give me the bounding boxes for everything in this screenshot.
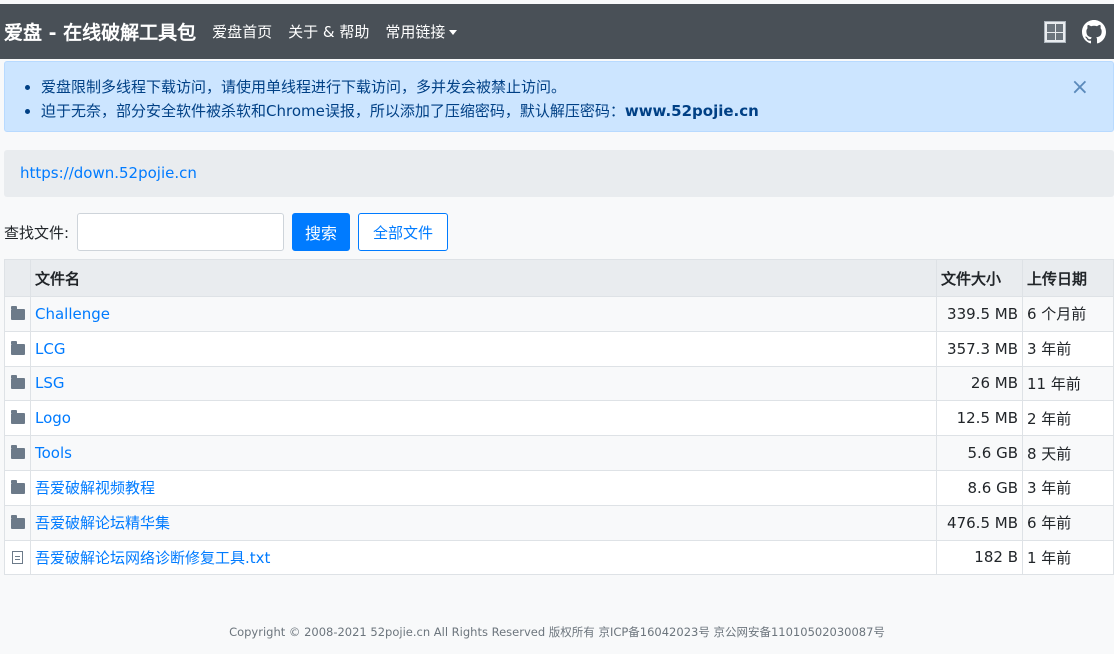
alert-password: www.52pojie.cn <box>624 102 759 120</box>
file-name-cell: Challenge <box>30 296 937 332</box>
navbar: 爱盘 - 在线破解工具包 爱盘首页 关于 & 帮助 常用链接 <box>0 4 1114 59</box>
alert-line-2: 迫于无奈，部分安全软件被杀软和Chrome误报，所以添加了压缩密码，默认解压密码… <box>41 99 759 123</box>
folder-icon <box>10 514 25 529</box>
folder-icon <box>10 375 25 390</box>
caret-down-icon <box>449 30 458 35</box>
nav-link-home[interactable]: 爱盘首页 <box>212 21 272 42</box>
search-label: 查找文件: <box>4 223 70 242</box>
file-size: 357.3 MB <box>936 330 1023 367</box>
file-name-link[interactable]: 吾爱破解论坛精华集 <box>35 514 170 532</box>
row-icon-cell <box>4 435 31 471</box>
row-icon-cell <box>4 469 31 506</box>
alert-line-2-text: 迫于无奈，部分安全软件被杀软和Chrome误报，所以添加了压缩密码，默认解压密码… <box>41 102 625 120</box>
header-upload-date[interactable]: 上传日期 <box>1022 259 1114 297</box>
file-name-cell: 吾爱破解视频教程 <box>30 469 937 506</box>
file-size: 5.6 GB <box>936 435 1023 471</box>
table-row[interactable]: Tools 5.6 GB 8 天前 <box>4 435 1114 471</box>
folder-icon <box>10 445 25 460</box>
header-file-name[interactable]: 文件名 <box>30 259 937 297</box>
file-name-link[interactable]: Tools <box>35 444 72 462</box>
upload-date: 2 年前 <box>1022 400 1114 437</box>
table-row[interactable]: Logo 12.5 MB 2 年前 <box>4 400 1114 437</box>
row-icon-cell <box>4 365 31 402</box>
file-name-cell: 吾爱破解论坛精华集 <box>30 504 937 541</box>
file-name-cell: LCG <box>30 330 937 367</box>
footer-copyright: Copyright © 2008-2021 52pojie.cn All Rig… <box>229 625 885 639</box>
header-file-size[interactable]: 文件大小 <box>936 259 1023 297</box>
site-brand[interactable]: 爱盘 - 在线破解工具包 <box>4 18 196 45</box>
file-size: 26 MB <box>936 365 1023 402</box>
close-icon[interactable]: × <box>1071 75 1089 100</box>
upload-date: 11 年前 <box>1022 365 1114 402</box>
header-icon-cell <box>4 259 31 297</box>
file-name-cell: LSG <box>30 365 937 402</box>
upload-date: 8 天前 <box>1022 435 1114 471</box>
info-alert: 爱盘限制多线程下载访问，请使用单线程进行下载访问，多并发会被禁止访问。 迫于无奈… <box>4 61 1114 132</box>
file-table: 文件名 文件大小 上传日期 Challenge 339.5 MB 6 个月前 LCG 3… <box>4 259 1114 576</box>
breadcrumb-url-link[interactable]: https://down.52pojie.cn <box>20 164 197 182</box>
upload-date: 6 个月前 <box>1022 296 1114 332</box>
seal-logo-icon[interactable] <box>1044 21 1066 43</box>
github-icon[interactable] <box>1082 20 1106 44</box>
file-name-link[interactable]: 吾爱破解视频教程 <box>35 479 155 497</box>
file-name-cell: 吾爱破解论坛网络诊断修复工具.txt <box>30 539 937 576</box>
file-size: 8.6 GB <box>936 469 1023 506</box>
file-size: 182 B <box>936 539 1023 576</box>
table-header-row: 文件名 文件大小 上传日期 <box>4 259 1114 297</box>
table-row[interactable]: 吾爱破解视频教程 8.6 GB 3 年前 <box>4 469 1114 506</box>
file-size: 339.5 MB <box>936 296 1023 332</box>
file-name-link[interactable]: Logo <box>35 409 71 427</box>
row-icon-cell <box>4 539 31 576</box>
file-name-cell: Logo <box>30 400 937 437</box>
table-row[interactable]: LSG 26 MB 11 年前 <box>4 365 1114 402</box>
row-icon-cell <box>4 330 31 367</box>
folder-icon <box>10 305 25 320</box>
row-icon-cell <box>4 400 31 437</box>
nav-link-common-links-label: 常用链接 <box>385 23 446 41</box>
file-icon <box>12 551 23 565</box>
file-name-link[interactable]: LCG <box>35 340 65 358</box>
file-name-link[interactable]: LSG <box>35 374 65 392</box>
file-table-body: Challenge 339.5 MB 6 个月前 LCG 357.3 MB 3 年前 LSG… <box>4 296 1114 576</box>
search-bar: 查找文件: 搜索 全部文件 <box>4 213 449 251</box>
search-button[interactable]: 搜索 <box>292 213 351 251</box>
row-icon-cell <box>4 504 31 541</box>
folder-icon <box>10 340 25 355</box>
breadcrumb: https://down.52pojie.cn <box>4 150 1114 197</box>
alert-line-1: 爱盘限制多线程下载访问，请使用单线程进行下载访问，多并发会被禁止访问。 <box>41 75 759 99</box>
folder-icon <box>10 410 25 425</box>
file-name-cell: Tools <box>30 435 937 471</box>
table-row[interactable]: 吾爱破解论坛精华集 476.5 MB 6 年前 <box>4 504 1114 541</box>
file-name-link[interactable]: 吾爱破解论坛网络诊断修复工具.txt <box>35 549 270 567</box>
nav-right-icons <box>1044 20 1106 44</box>
table-row[interactable]: LCG 357.3 MB 3 年前 <box>4 330 1114 367</box>
alert-list: 爱盘限制多线程下载访问，请使用单线程进行下载访问，多并发会被禁止访问。 迫于无奈… <box>41 75 759 123</box>
upload-date: 3 年前 <box>1022 469 1114 506</box>
file-name-link[interactable]: Challenge <box>35 305 110 323</box>
file-size: 476.5 MB <box>936 504 1023 541</box>
search-input[interactable] <box>77 213 285 251</box>
table-row[interactable]: 吾爱破解论坛网络诊断修复工具.txt 182 B1 年前 <box>4 539 1114 576</box>
row-icon-cell <box>4 296 31 332</box>
all-files-button[interactable]: 全部文件 <box>358 213 449 251</box>
upload-date: 1 年前 <box>1022 539 1114 576</box>
table-row[interactable]: Challenge 339.5 MB 6 个月前 <box>4 296 1114 332</box>
upload-date: 3 年前 <box>1022 330 1114 367</box>
folder-icon <box>10 479 25 494</box>
upload-date: 6 年前 <box>1022 504 1114 541</box>
nav-link-common-links[interactable]: 常用链接 <box>385 21 458 42</box>
nav-link-about[interactable]: 关于 & 帮助 <box>288 21 369 42</box>
file-size: 12.5 MB <box>936 400 1023 437</box>
